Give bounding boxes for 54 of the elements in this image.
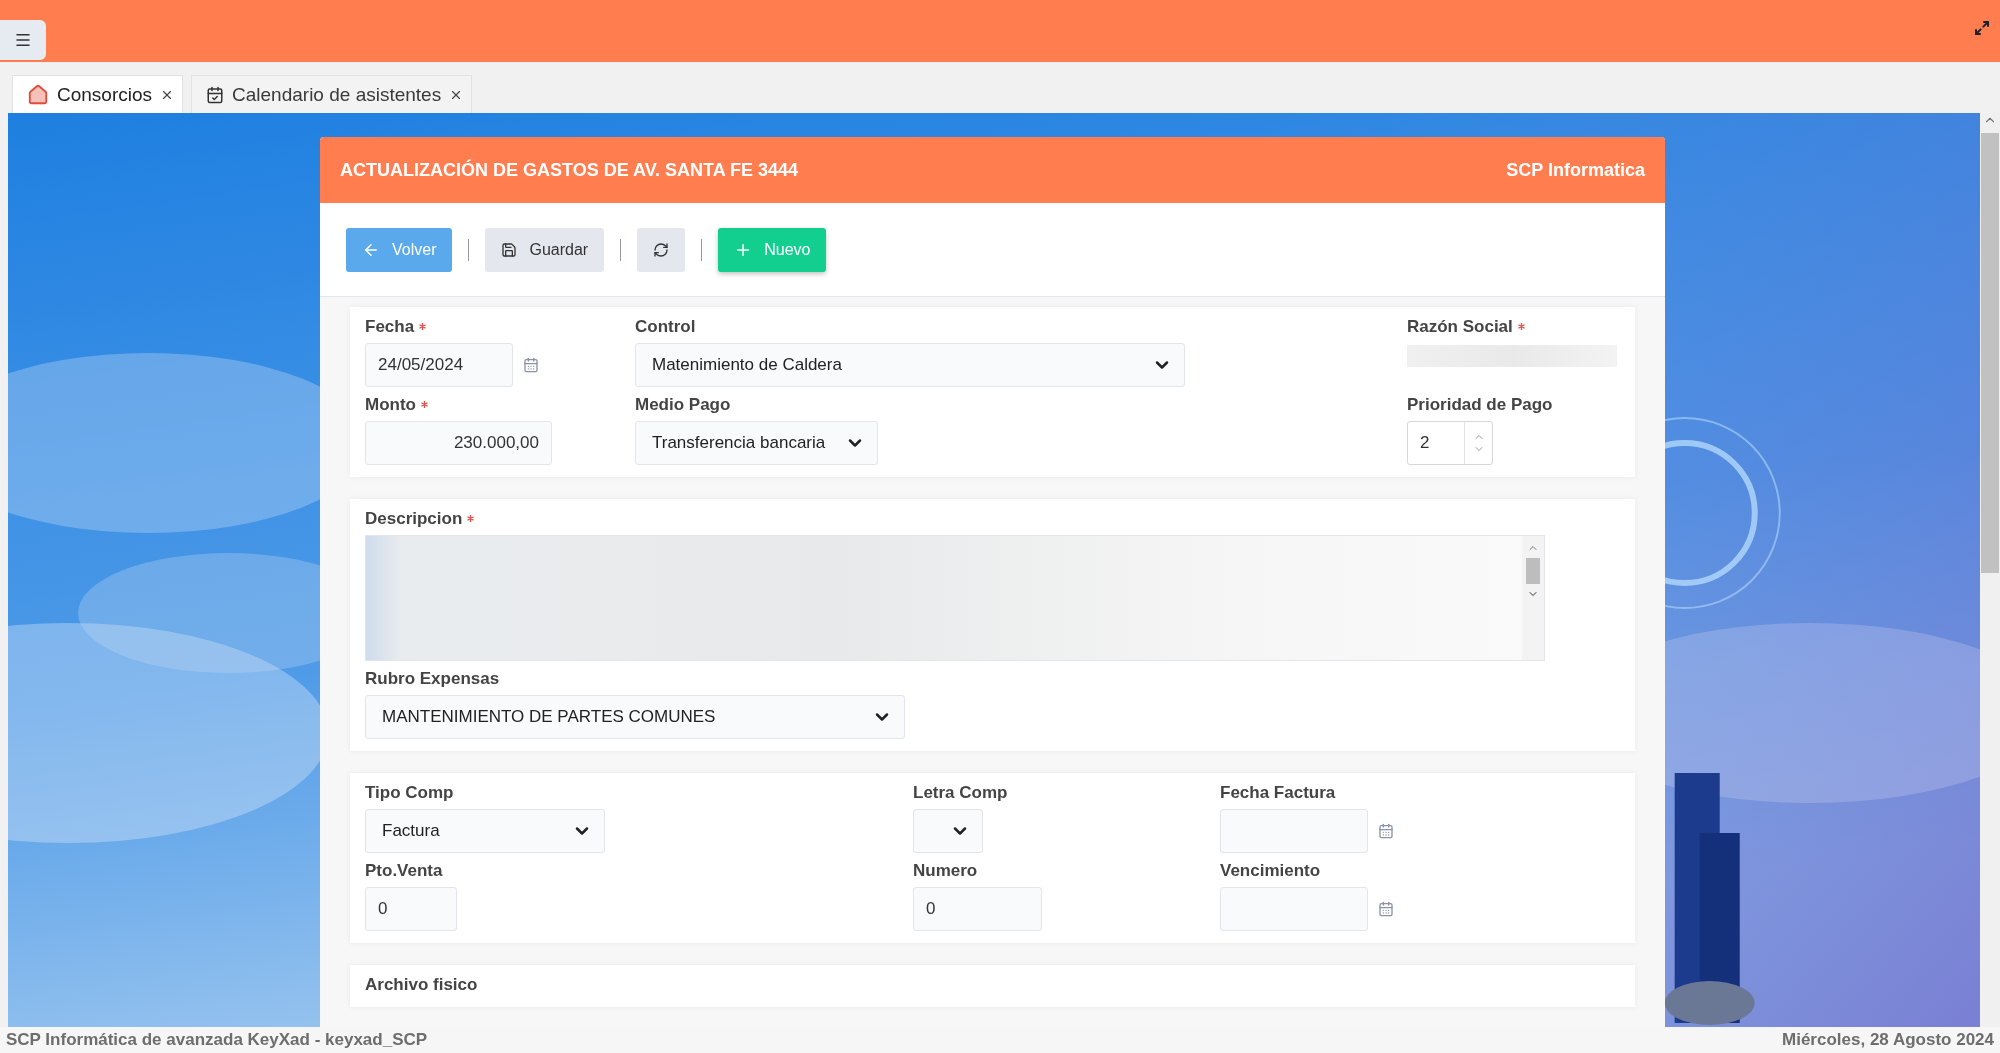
- select-field[interactable]: [913, 809, 983, 853]
- save-button[interactable]: Guardar: [485, 227, 605, 272]
- scrollbar[interactable]: [1980, 113, 2000, 1027]
- field-label: Vencimiento: [1220, 861, 1321, 881]
- date-field[interactable]: 24/05/2024: [365, 343, 513, 387]
- field-label: Rubro Expensas: [365, 669, 500, 689]
- house-icon: [27, 83, 49, 106]
- number-field[interactable]: 2: [1407, 421, 1493, 465]
- panel-title: ACTUALIZACIÓN DE GASTOS DE AV. SANTA FE 3444: [340, 159, 799, 181]
- field-label: Monto: [365, 395, 416, 415]
- field-label: Fecha: [365, 317, 415, 337]
- field-label: Numero: [913, 861, 978, 881]
- required-icon: [467, 515, 475, 522]
- calendar-icon: [206, 85, 225, 104]
- select-field[interactable]: MANTENIMIENTO DE PARTES COMUNES: [365, 695, 905, 739]
- status-date: Miércoles, 28 Agosto 2024: [1782, 1030, 1994, 1050]
- required-icon: [419, 323, 427, 330]
- brand-name: SCP Informatica: [1506, 159, 1645, 181]
- expand-icon[interactable]: [1974, 20, 1990, 36]
- tab-label: Consorcios: [57, 83, 153, 106]
- field-label: Razón Social: [1407, 317, 1513, 337]
- scroll-thumb[interactable]: [1981, 133, 1999, 573]
- select-field[interactable]: Transferencia bancaria: [635, 421, 878, 465]
- input-field[interactable]: 0: [365, 887, 457, 931]
- calendar-icon[interactable]: [523, 357, 539, 373]
- refresh-button[interactable]: [637, 227, 686, 272]
- tab[interactable]: Calendario de asistentes: [191, 75, 473, 113]
- field-label: Control: [635, 317, 696, 337]
- menu-icon: [14, 31, 32, 49]
- field-label: Prioridad de Pago: [1407, 395, 1553, 415]
- refresh-icon: [653, 241, 670, 258]
- field-label: Archivo fisico: [365, 975, 478, 995]
- date-field[interactable]: [1220, 887, 1368, 931]
- scroll-thumb[interactable]: [1526, 558, 1540, 584]
- tab[interactable]: Consorcios: [12, 75, 184, 113]
- field-label: Fecha Factura: [1220, 783, 1336, 803]
- tab-label: Calendario de asistentes: [232, 83, 442, 106]
- amount-field[interactable]: 230.000,00: [365, 421, 552, 465]
- field-label: Descripcion: [365, 509, 463, 529]
- input-field[interactable]: 0: [913, 887, 1042, 931]
- calendar-icon[interactable]: [1378, 901, 1394, 917]
- field-label: Pto.Venta: [365, 861, 443, 881]
- select-field[interactable]: Matenimiento de Caldera: [635, 343, 1185, 387]
- status-text: SCP Informática de avanzada KeyXad - keyxad_SCP: [6, 1030, 428, 1050]
- calendar-icon[interactable]: [1378, 823, 1394, 839]
- menu-button[interactable]: [0, 20, 46, 60]
- field-label: Medio Pago: [635, 395, 731, 415]
- field-label: Letra Comp: [913, 783, 1008, 803]
- select-field[interactable]: Factura: [365, 809, 605, 853]
- field-label: Tipo Comp: [365, 783, 454, 803]
- required-icon: [1517, 323, 1525, 330]
- required-icon: [421, 401, 428, 408]
- date-field[interactable]: [1220, 809, 1368, 853]
- save-icon: [501, 241, 518, 258]
